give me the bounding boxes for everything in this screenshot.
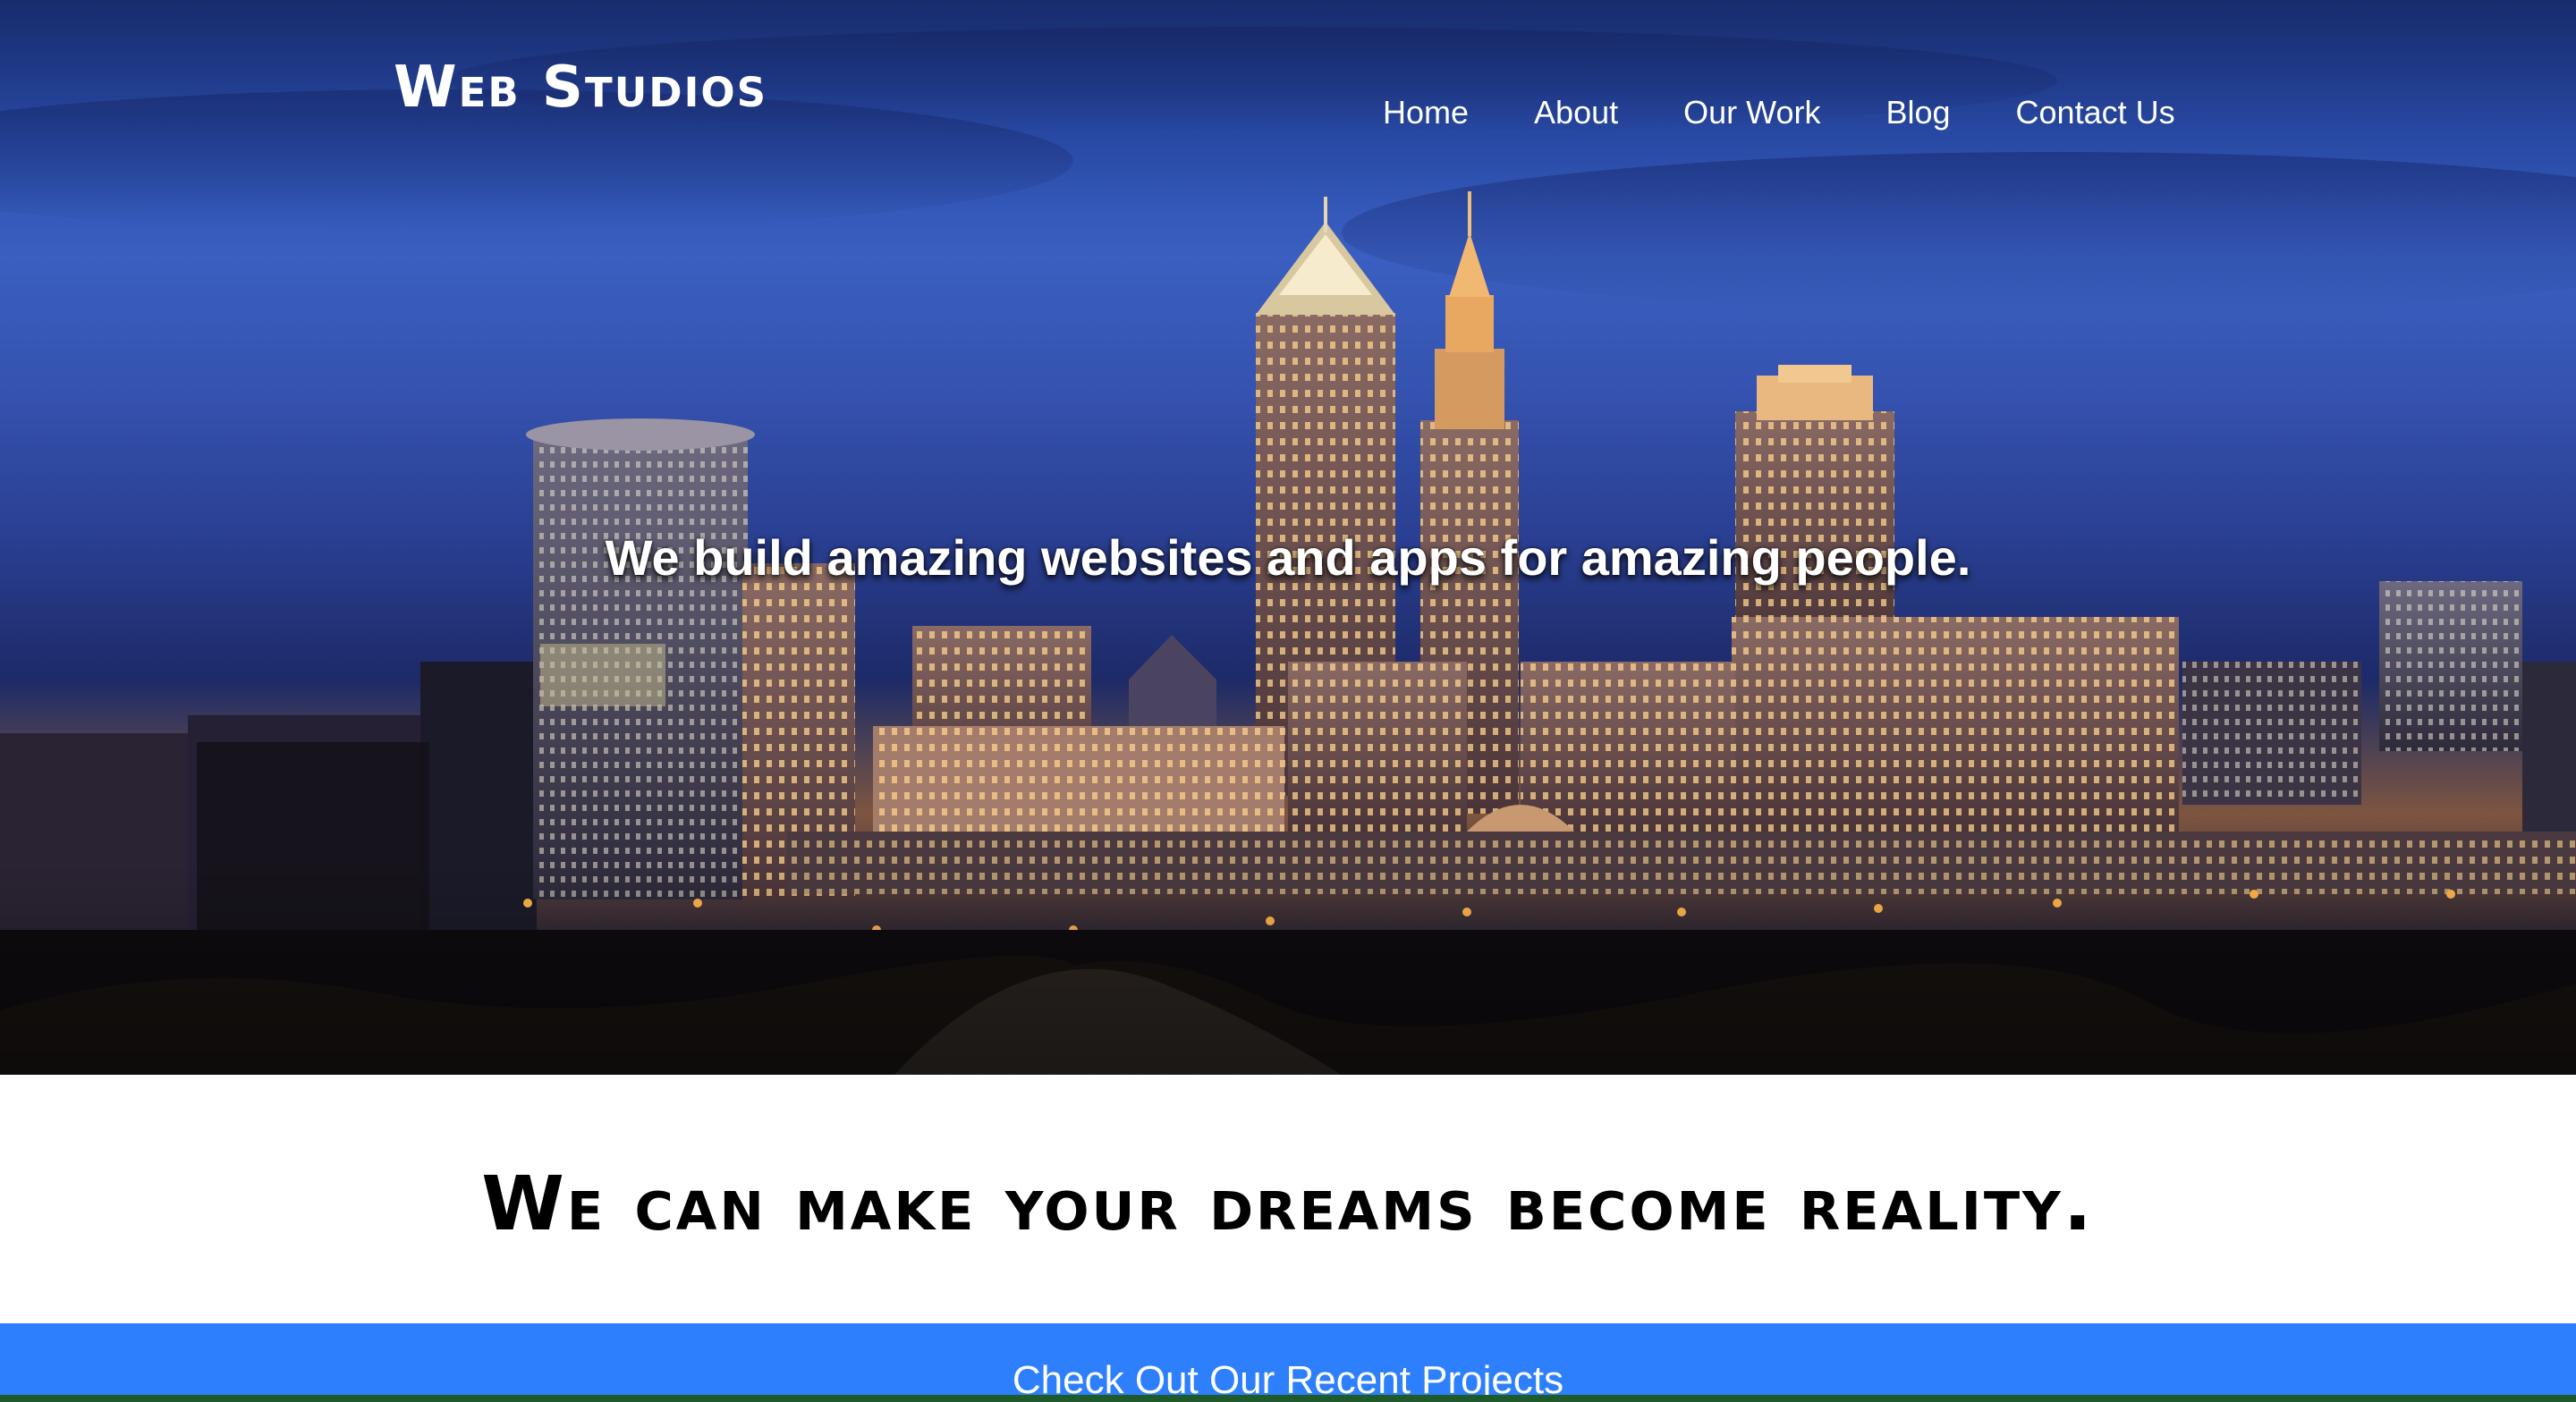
bottom-strip — [0, 1395, 2576, 1402]
brand-logo[interactable]: Web Studios — [394, 59, 767, 116]
dreams-section: We can make your dreams become reality. — [0, 1075, 2576, 1323]
dreams-heading: We can make your dreams become reality. — [481, 1160, 2095, 1247]
main-nav: Home About Our Work Blog Contact Us — [1383, 93, 2175, 132]
nav-contact-us[interactable]: Contact Us — [2016, 93, 2175, 132]
hero-section: Web Studios Home About Our Work Blog Con… — [0, 0, 2576, 1075]
page: Web Studios Home About Our Work Blog Con… — [0, 0, 2576, 1402]
nav-home[interactable]: Home — [1383, 93, 1469, 132]
nav-blog[interactable]: Blog — [1885, 93, 1950, 132]
nav-our-work[interactable]: Our Work — [1683, 93, 1820, 132]
projects-bar: Check Out Our Recent Projects — [0, 1323, 2576, 1402]
hero-tagline: We build amazing websites and apps for a… — [605, 528, 1971, 586]
nav-about[interactable]: About — [1534, 93, 1618, 132]
